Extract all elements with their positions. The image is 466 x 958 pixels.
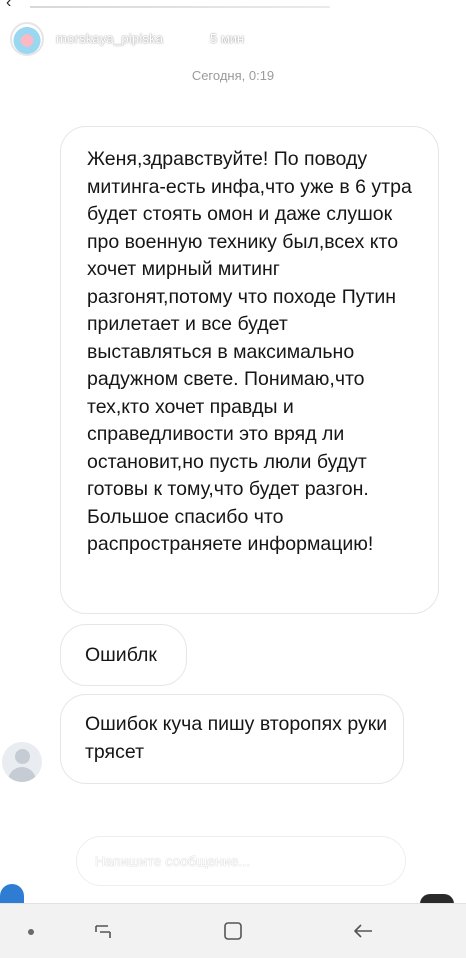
chevron-left-icon[interactable]: ‹ (6, 0, 11, 12)
message-bubble[interactable]: Ошибок куча пишу второпях руки трясет (60, 694, 404, 784)
date-separator: Сегодня, 0:19 (191, 68, 275, 83)
home-icon[interactable] (222, 920, 244, 942)
avatar-body-shape (8, 767, 36, 782)
recent-apps-icon[interactable] (92, 920, 114, 942)
header-divider (30, 6, 330, 8)
camera-button[interactable] (10, 838, 56, 884)
message-text: Ошиблк (85, 644, 157, 666)
nav-dot-indicator (28, 929, 34, 935)
message-text: Ошибок куча пишу второпях руки трясет (85, 713, 388, 763)
avatar-head-shape (15, 749, 30, 764)
camera-icon (21, 852, 45, 871)
message-bubble[interactable]: Женя,здравствуйте! По поводу митинга-ест… (60, 126, 439, 614)
top-header-strip: ‹ (0, 0, 466, 14)
story-time-ago: 5 мин (210, 31, 245, 46)
message-input[interactable] (76, 836, 406, 886)
story-header: morskaya_pipiska 5 мин (10, 22, 310, 56)
story-avatar[interactable] (10, 22, 44, 56)
story-username[interactable]: morskaya_pipiska (56, 31, 163, 46)
message-composer (10, 832, 460, 892)
bottom-left-edge-shape (0, 884, 24, 904)
more-vertical-icon[interactable] (382, 854, 386, 870)
system-navigation-bar (0, 903, 466, 958)
message-bubble[interactable]: Ошиблк (60, 624, 187, 686)
message-text: Женя,здравствуйте! По поводу митинга-ест… (87, 148, 412, 555)
avatar[interactable] (2, 742, 42, 782)
back-icon[interactable] (352, 920, 376, 942)
send-icon[interactable] (424, 848, 452, 874)
